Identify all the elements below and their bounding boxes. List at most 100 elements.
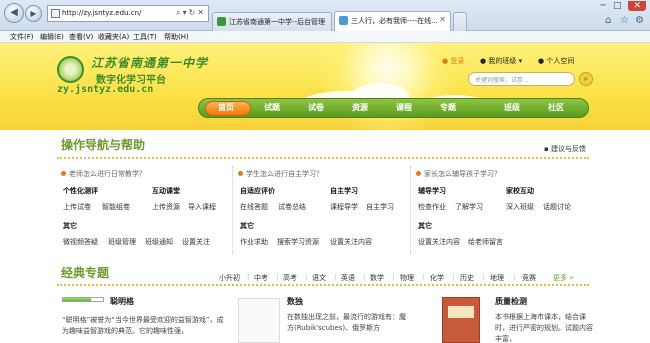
topic-tab[interactable]: 英语 bbox=[341, 273, 355, 283]
card-thumbnail[interactable] bbox=[238, 298, 280, 343]
topic-tab[interactable]: 高考 bbox=[283, 273, 297, 283]
window-controls: ─□ ✕ bbox=[601, 1, 646, 11]
tab-admin[interactable]: 江苏省南通第一中学--后台管理 bbox=[212, 12, 332, 31]
help-link[interactable]: 微视频答疑 bbox=[63, 237, 98, 247]
close-window-button[interactable]: ✕ bbox=[628, 1, 646, 11]
card-description: 在数独出现之前，最流行的游戏有：魔方(Rubik'scubes)、俄罗斯方 bbox=[287, 313, 406, 332]
card-title[interactable]: 聪明格 bbox=[110, 296, 134, 307]
school-logo bbox=[57, 56, 84, 83]
group-title: 自适应评价 bbox=[240, 187, 275, 195]
topic-tab[interactable]: 中考 bbox=[254, 273, 268, 283]
divider: | bbox=[334, 273, 337, 281]
help-link[interactable]: 自主学习 bbox=[366, 202, 394, 212]
nav-resources[interactable]: 资源 bbox=[352, 102, 368, 113]
login-link[interactable]: ● 登录 bbox=[442, 56, 464, 66]
menu-file[interactable]: 文件(F) bbox=[10, 32, 34, 42]
topic-tab[interactable]: 地理 bbox=[490, 273, 504, 283]
help-link[interactable]: 搜索学习资源 bbox=[277, 237, 319, 247]
help-link[interactable]: 试卷总结 bbox=[278, 202, 306, 212]
card-title[interactable]: 质量检测 bbox=[495, 296, 527, 307]
help-link[interactable]: 设置关注内容 bbox=[330, 237, 372, 247]
close-tab-icon[interactable]: ✕ bbox=[439, 15, 446, 24]
help-link[interactable]: 设置关注内容 bbox=[418, 237, 460, 247]
topic-tab[interactable]: 小升初 bbox=[219, 273, 240, 283]
divider: | bbox=[482, 273, 485, 281]
topic-tab[interactable]: 物理 bbox=[400, 273, 414, 283]
help-link[interactable]: 班级管理 bbox=[108, 237, 136, 247]
search-button[interactable]: ⌕ bbox=[579, 72, 593, 86]
nav-papers[interactable]: 试卷 bbox=[308, 102, 324, 113]
personal-space-link[interactable]: ● 个人空间 bbox=[538, 56, 574, 66]
help-link[interactable]: 设置关注 bbox=[182, 237, 210, 247]
divider: | bbox=[305, 273, 308, 281]
help-link[interactable]: 导入课程 bbox=[188, 202, 216, 212]
menu-help[interactable]: 帮助(H) bbox=[164, 32, 189, 42]
help-section-title: 操作导航与帮助 bbox=[61, 138, 146, 152]
address-url[interactable]: http://zy.jsntyz.edu.cn/ bbox=[62, 9, 141, 17]
more-link[interactable]: 更多 » bbox=[553, 273, 574, 283]
group-title: 互动课堂 bbox=[152, 187, 180, 195]
search-placeholder: 关键词搜索，试卷... bbox=[475, 77, 529, 84]
help-link[interactable]: 上传试卷 bbox=[63, 202, 91, 212]
divider: | bbox=[513, 273, 516, 281]
nav-topics[interactable]: 专题 bbox=[440, 102, 456, 113]
group-title: 个性化测评 bbox=[63, 187, 98, 195]
search-input[interactable]: 关键词搜索，试卷... bbox=[468, 72, 575, 86]
minimize-button[interactable]: ─ bbox=[601, 1, 613, 11]
divider: | bbox=[363, 273, 366, 281]
group-title: 辅导学习 bbox=[418, 187, 446, 195]
nav-community[interactable]: 社区 bbox=[548, 102, 564, 113]
search-icon: ⌕ bbox=[583, 74, 589, 83]
menu-view[interactable]: 查看(V) bbox=[69, 32, 93, 42]
help-link[interactable]: 了解学习 bbox=[455, 202, 483, 212]
help-link[interactable]: 深入班级 bbox=[506, 202, 534, 212]
address-controls[interactable]: ⌕▾↻✕ bbox=[176, 8, 206, 18]
page-icon bbox=[51, 9, 60, 18]
group-title: 其它 bbox=[418, 222, 432, 230]
tab-current[interactable]: 三人行，必有我师----在线... ✕ bbox=[334, 11, 451, 31]
book-cover bbox=[448, 306, 474, 318]
parent-question: 家长怎么辅导孩子学习？ bbox=[416, 169, 501, 179]
help-link[interactable]: 智能组卷 bbox=[102, 202, 130, 212]
topic-tab[interactable]: 数学 bbox=[370, 273, 384, 283]
new-tab-button[interactable] bbox=[453, 12, 467, 31]
help-link[interactable]: 话题讨论 bbox=[543, 202, 571, 212]
help-link[interactable]: 给老师留言 bbox=[468, 237, 503, 247]
card-title[interactable]: 数独 bbox=[287, 296, 303, 307]
home-icon[interactable]: ⌂ bbox=[605, 15, 611, 26]
divider bbox=[57, 157, 589, 159]
forward-button[interactable]: ▶ bbox=[25, 5, 42, 22]
menu-edit[interactable]: 编辑(E) bbox=[40, 32, 64, 42]
student-question: 学生怎么进行自主学习？ bbox=[238, 169, 323, 179]
topic-tab[interactable]: 语文 bbox=[312, 273, 326, 283]
nav-classes[interactable]: 班级 bbox=[504, 102, 520, 113]
menu-favorites[interactable]: 收藏夹(A) bbox=[98, 32, 129, 42]
nav-home[interactable]: 首页 bbox=[218, 102, 234, 113]
help-link[interactable]: 在线答题 bbox=[240, 202, 268, 212]
help-link[interactable]: 检查作业 bbox=[418, 202, 446, 212]
group-title: 其它 bbox=[63, 222, 77, 230]
nav-questions[interactable]: 试题 bbox=[264, 102, 280, 113]
menu-bar: 文件(F) 编辑(E) 查看(V) 收藏夹(A) 工具(T) 帮助(H) bbox=[0, 31, 650, 43]
feedback-link[interactable]: ▪ 建议与反馈 bbox=[544, 144, 586, 154]
back-button[interactable]: ◀ bbox=[4, 3, 24, 23]
help-link[interactable]: 作业求助 bbox=[240, 237, 268, 247]
nav-courses[interactable]: 课程 bbox=[396, 102, 412, 113]
topic-tab[interactable]: 竞赛 bbox=[522, 273, 536, 283]
card-thumbnail[interactable] bbox=[442, 297, 480, 343]
favorites-icon[interactable]: ☆ bbox=[620, 15, 629, 26]
site-domain: zy.jsntyz.edu.cn bbox=[57, 84, 154, 95]
help-link[interactable]: 班级通知 bbox=[145, 237, 173, 247]
divider: | bbox=[392, 273, 395, 281]
maximize-button[interactable]: □ bbox=[613, 1, 629, 11]
my-class-link[interactable]: ● 我的班级 ▾ bbox=[480, 56, 522, 66]
topic-tab[interactable]: 化学 bbox=[430, 273, 444, 283]
help-link[interactable]: 课程导学 bbox=[330, 202, 358, 212]
address-bar[interactable]: http://zy.jsntyz.edu.cn/ ⌕▾↻✕ bbox=[47, 5, 209, 22]
topic-tab[interactable]: 历史 bbox=[460, 273, 474, 283]
card-banner-bar bbox=[62, 297, 104, 302]
gear-icon[interactable]: ⚙ bbox=[635, 15, 644, 26]
menu-tools[interactable]: 工具(T) bbox=[133, 32, 157, 42]
help-link[interactable]: 上传资源 bbox=[152, 202, 180, 212]
bar-fill bbox=[63, 298, 91, 301]
